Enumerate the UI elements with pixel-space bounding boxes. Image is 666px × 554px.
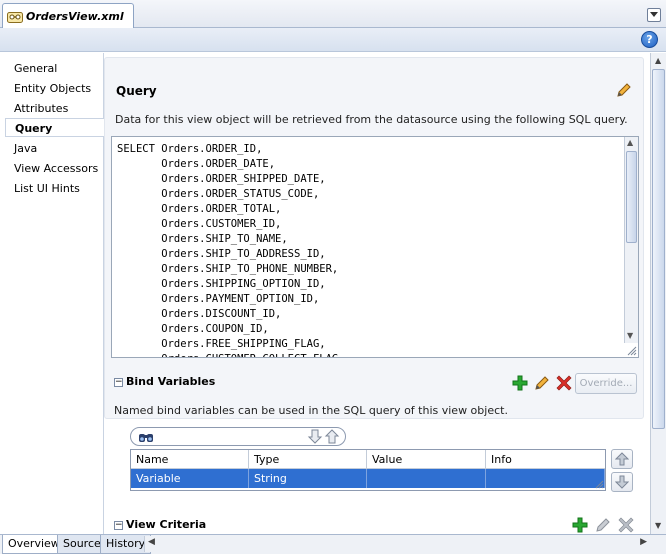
bind-variables-title: Bind Variables	[126, 375, 216, 388]
sql-query-text-area[interactable]: SELECT Orders.ORDER_ID, Orders.ORDER_DAT…	[111, 136, 639, 358]
overview-navigator: General Entity Objects Attributes Query …	[0, 53, 105, 534]
query-section: Query Data for this view object will be …	[104, 57, 644, 419]
query-title: Query	[116, 84, 157, 98]
sql-scroll-thumb[interactable]	[626, 151, 637, 243]
xml-file-icon	[7, 10, 23, 24]
editor-tab-title: OrdersView.xml	[26, 10, 124, 23]
bind-variables-header: − Bind Variables Override...	[104, 373, 644, 394]
edit-query-pencil-icon[interactable]	[616, 82, 632, 101]
nav-item-general[interactable]: General	[5, 59, 103, 78]
sql-vertical-scrollbar[interactable]: ▲ ▼	[624, 137, 638, 343]
tab-list-dropdown-button[interactable]	[647, 8, 661, 22]
cell-info[interactable]	[486, 469, 605, 488]
page-scroll-thumb[interactable]	[652, 69, 665, 429]
resize-grip-icon[interactable]	[625, 344, 637, 356]
nav-item-java[interactable]: Java	[5, 139, 103, 158]
override-button[interactable]: Override...	[575, 373, 637, 394]
nav-item-list-ui-hints[interactable]: List UI Hints	[5, 179, 103, 198]
collapse-bind-variables-icon[interactable]: −	[114, 378, 123, 387]
column-header-type[interactable]: Type	[249, 450, 367, 469]
scroll-right-arrow-icon[interactable]: ▶	[640, 537, 647, 547]
page-vertical-scrollbar[interactable]: ▲ ▼	[650, 53, 666, 534]
edit-view-criteria-pencil-icon[interactable]	[595, 517, 611, 534]
cell-value[interactable]	[367, 469, 486, 488]
add-bind-variable-plus-icon[interactable]	[512, 375, 528, 394]
column-header-name[interactable]: Name	[131, 450, 249, 469]
sql-query-text: SELECT Orders.ORDER_ID, Orders.ORDER_DAT…	[117, 143, 345, 357]
move-down-button[interactable]	[611, 472, 633, 492]
query-description: Data for this view object will be retrie…	[115, 113, 628, 126]
column-header-value[interactable]: Value	[367, 450, 486, 469]
nav-item-view-accessors[interactable]: View Accessors	[5, 159, 103, 178]
editor-tab-ordersview[interactable]: OrdersView.xml	[2, 3, 134, 29]
nav-item-entity-objects[interactable]: Entity Objects	[5, 79, 103, 98]
editor-tabstrip: OrdersView.xml	[0, 0, 666, 29]
horizontal-scrollbar[interactable]: ◀ ▶	[144, 536, 650, 552]
column-header-info[interactable]: Info	[486, 450, 605, 469]
arrow-up-icon	[615, 452, 629, 466]
delete-view-criteria-x-icon[interactable]	[618, 517, 634, 534]
cell-name[interactable]: Variable	[131, 469, 249, 488]
scroll-down-arrow-icon[interactable]: ▼	[627, 331, 633, 340]
table-row[interactable]: Variable String	[131, 469, 605, 488]
chevron-down-icon	[650, 12, 658, 17]
arrow-down-icon	[615, 475, 629, 489]
scroll-up-arrow-icon[interactable]: ▲	[627, 138, 633, 147]
view-criteria-header: − View Criteria	[104, 517, 644, 534]
bottom-editor-tabs: Overview Source History ◀ ▶	[0, 534, 666, 554]
query-page: Query Data for this view object will be …	[104, 53, 650, 534]
scroll-up-arrow-icon[interactable]: ▲	[655, 56, 661, 65]
edit-bind-variable-pencil-icon[interactable]	[534, 375, 550, 394]
nav-item-attributes[interactable]: Attributes	[5, 99, 103, 118]
scroll-left-arrow-icon[interactable]: ◀	[148, 537, 155, 547]
help-icon[interactable]: ?	[641, 31, 658, 48]
scroll-down-arrow-icon[interactable]: ▼	[655, 521, 661, 530]
view-criteria-title: View Criteria	[126, 518, 207, 531]
binoculars-icon[interactable]	[138, 430, 154, 446]
cell-type[interactable]: String	[249, 469, 367, 488]
editor-header-bar: ?	[0, 28, 666, 52]
add-view-criteria-plus-icon[interactable]	[572, 517, 588, 534]
move-up-button[interactable]	[611, 449, 633, 469]
collapse-view-criteria-icon[interactable]: −	[114, 521, 123, 530]
delete-bind-variable-x-icon[interactable]	[556, 375, 572, 394]
sort-arrows-icon[interactable]	[307, 429, 341, 447]
nav-item-query[interactable]: Query	[5, 118, 105, 137]
table-header: Name Type Value Info	[131, 450, 605, 469]
bind-variables-search-field[interactable]	[130, 427, 346, 446]
bind-variables-table: Name Type Value Info Variable String	[130, 449, 606, 491]
resize-grip-icon[interactable]	[594, 479, 604, 489]
bind-variables-description: Named bind variables can be used in the …	[114, 404, 508, 417]
